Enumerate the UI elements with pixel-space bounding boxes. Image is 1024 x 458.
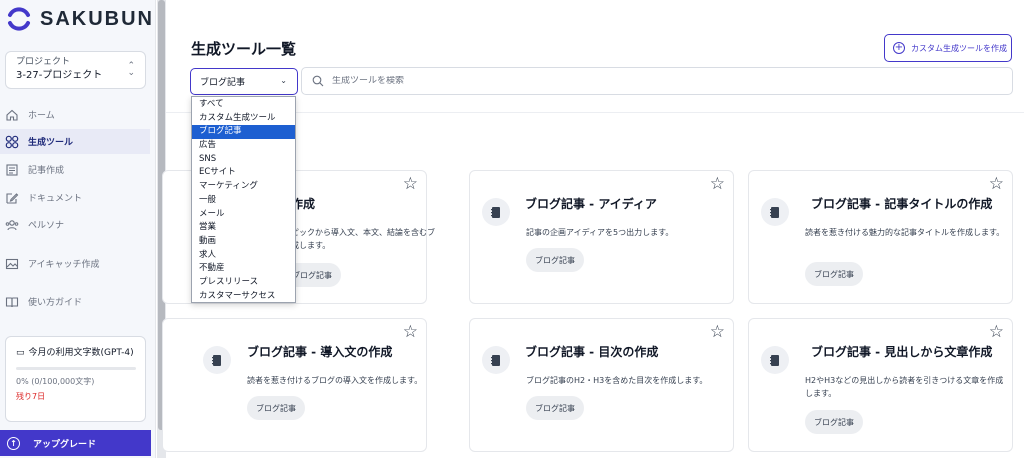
card-tag[interactable]: ブログ記事 [805, 262, 863, 286]
search-box[interactable] [301, 67, 1013, 95]
star-icon[interactable]: ☆ [710, 324, 725, 341]
dropdown-option[interactable]: カスタム生成ツール [192, 112, 295, 126]
card-tag[interactable]: ブログ記事 [805, 410, 863, 434]
dropdown-option[interactable]: SNS [192, 153, 295, 167]
card-tag[interactable]: ブログ記事 [526, 396, 584, 420]
card-desc: 読者を惹き付けるブログの導入文を作成します。 [247, 376, 423, 385]
dropdown-option[interactable]: ブログ記事 [192, 125, 295, 140]
sidebar-item-tools[interactable]: 生成ツール [0, 129, 150, 154]
dropdown-option[interactable]: 一般 [192, 194, 295, 208]
star-icon[interactable]: ☆ [989, 176, 1004, 193]
sidebar-item-guide[interactable]: 使い方ガイド [0, 289, 150, 314]
arrow-up-icon: ↑ [7, 436, 20, 450]
dropdown-option[interactable]: 求人 [192, 249, 295, 263]
project-name: 3-27-プロジェクト [16, 70, 103, 81]
card-desc: H2やH3などの見出しから読者を引きつける文章を作成します。 [805, 376, 1004, 398]
card-icon: ▭ [16, 348, 25, 358]
updown-chevron-icon: ⌃ ⌄ [127, 61, 135, 78]
card-title: ブログ記事 - 記事タイトルの作成 [811, 197, 993, 211]
card-desc-line: ピックから導入文、本文、結論を含むブ [291, 228, 435, 237]
card-desc-line: 成します。 [291, 241, 331, 250]
create-custom-tool-label: カスタム生成ツールを作成 [911, 43, 1007, 53]
dropdown-option[interactable]: 営業 [192, 221, 295, 235]
sidebar-item-document[interactable]: ドキュメント [0, 185, 150, 210]
dropdown-option[interactable]: すべて [192, 98, 295, 112]
tool-card[interactable]: ブログ記事 - 見出しから文章作成 ☆ H2やH3などの見出しから読者を引きつけ… [748, 318, 1013, 452]
logo-icon [6, 6, 32, 32]
tool-card[interactable]: ブログ記事 - 目次の作成 ☆ ブログ記事のH2・H3を含めた目次を作成します。… [469, 318, 734, 452]
tool-card[interactable]: ブログ記事 - アイディア ☆ 記事の企画アイディアを5つ出力します。 ブログ記… [469, 170, 734, 304]
sidebar-item-eyecatch[interactable]: アイキャッチ作成 [0, 251, 150, 276]
notebook-icon [482, 198, 510, 226]
dropdown-option[interactable]: カスタマーサクセス [192, 290, 295, 304]
project-selector[interactable]: プロジェクト 3-27-プロジェクト ⌃ ⌄ [5, 51, 146, 89]
upgrade-button[interactable]: ↑ アップグレード [0, 430, 151, 456]
sidebar-item-label: ペルソナ [28, 221, 65, 231]
image-icon [5, 257, 19, 271]
usage-title: 今月の利用文字数(GPT-4) [28, 348, 134, 358]
category-dropdown-list[interactable]: すべて カスタム生成ツール ブログ記事 広告 SNS ECサイト マーケティング 一般 メール営… [191, 96, 296, 303]
create-custom-tool-button[interactable]: + カスタム生成ツールを作成 [884, 34, 1012, 62]
dropdown-option[interactable]: メール [192, 208, 295, 222]
card-tag[interactable]: ブログ記事 [247, 396, 305, 420]
card-desc: ブログ記事のH2・H3を含めた目次を作成します。 [526, 376, 708, 385]
sidebar-item-label: ドキュメント [28, 194, 83, 204]
card-desc: 記事の企画アイディアを5つ出力します。 [526, 228, 674, 237]
edit-icon [5, 191, 19, 205]
upgrade-label: アップグレード [33, 439, 97, 450]
card-title: ブログ記事 - 目次の作成 [525, 345, 659, 359]
card-title: ブログ記事 - 見出しから文章作成 [811, 345, 993, 359]
page-title: 生成ツール一覧 [191, 40, 297, 58]
home-icon [5, 108, 19, 122]
sidebar-item-label: アイキャッチ作成 [28, 260, 100, 270]
usage-progress-bar [16, 367, 136, 370]
tool-card[interactable]: ブログ記事 - 記事タイトルの作成 ☆ 読者を惹き付ける魅力的な記事タイトルを作… [748, 170, 1013, 304]
sidebar-item-label: 生成ツール [28, 138, 74, 148]
project-label: プロジェクト [16, 57, 71, 67]
card-desc: 読者を惹き付ける魅力的な記事タイトルを作成します。 [805, 228, 1005, 237]
sidebar-item-persona[interactable]: ペルソナ [0, 212, 150, 237]
dropdown-option[interactable]: ECサイト [192, 166, 295, 180]
usage-panel: ▭ 今月の利用文字数(GPT-4) 0% (0/100,000文字) 残り7日 [5, 336, 146, 422]
users-icon [5, 218, 19, 232]
logo[interactable]: SAKUBUN [6, 6, 154, 32]
book-icon [5, 295, 19, 309]
sidebar: SAKUBUN プロジェクト 3-27-プロジェクト ⌃ ⌄ ホーム 生成ツール … [0, 0, 156, 458]
sidebar-item-home[interactable]: ホーム [0, 102, 150, 127]
dropdown-option[interactable]: 動画 [192, 235, 295, 249]
notebook-icon [761, 198, 789, 226]
dropdown-option[interactable]: マーケティング [192, 180, 295, 194]
plus-icon: + [893, 42, 905, 54]
article-icon [5, 163, 19, 177]
search-icon [312, 75, 324, 87]
logo-text: SAKUBUN [40, 7, 154, 30]
sidebar-item-label: 記事作成 [28, 166, 65, 176]
star-icon[interactable]: ☆ [989, 324, 1004, 341]
usage-remaining: 残り7日 [16, 392, 46, 401]
usage-text: 0% (0/100,000文字) [16, 377, 95, 386]
notebook-icon [482, 346, 510, 374]
sidebar-item-label: 使い方ガイド [28, 298, 83, 308]
dropdown-option[interactable]: プレスリリース [192, 276, 295, 290]
star-icon[interactable]: ☆ [710, 176, 725, 193]
chevron-down-icon: ⌄ [280, 76, 287, 85]
star-icon[interactable]: ☆ [403, 324, 418, 341]
dropdown-option[interactable]: 広告 [192, 139, 295, 153]
notebook-icon [203, 346, 231, 374]
card-title: ブログ記事 - アイディア [525, 197, 657, 211]
tool-card[interactable]: ブログ記事 - 導入文の作成 ☆ 読者を惹き付けるブログの導入文を作成します。 … [162, 318, 427, 452]
search-input[interactable] [332, 76, 932, 86]
card-title: ブログ記事 - 導入文の作成 [247, 345, 393, 359]
card-tag[interactable]: ブログ記事 [526, 248, 584, 272]
category-select[interactable]: ブログ記事 ⌄ [190, 68, 298, 95]
dropdown-option[interactable]: 不動産 [192, 262, 295, 276]
sidebar-item-label: ホーム [28, 111, 55, 121]
notebook-icon [761, 346, 789, 374]
star-icon[interactable]: ☆ [403, 176, 418, 193]
grid-icon [5, 135, 19, 149]
category-select-value: ブログ記事 [200, 78, 246, 88]
sidebar-item-article[interactable]: 記事作成 [0, 157, 150, 182]
